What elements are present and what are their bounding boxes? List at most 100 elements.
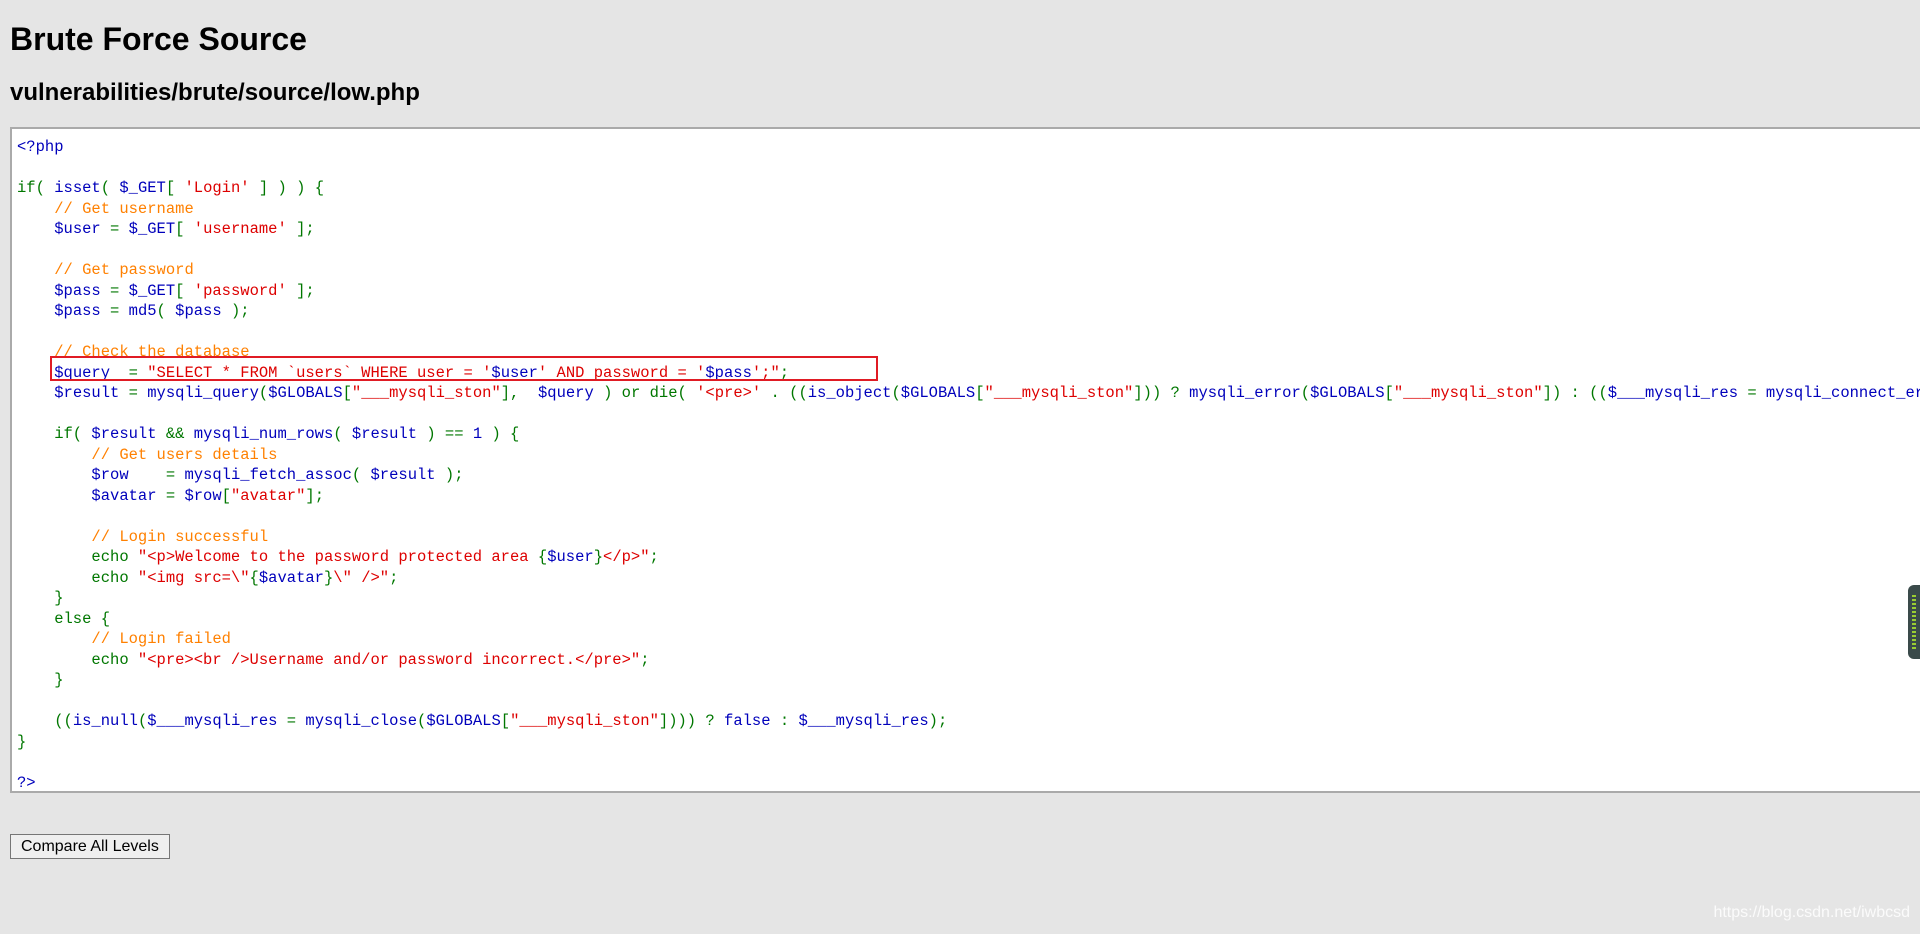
code-token: ) == <box>417 425 473 443</box>
code-token: "<pre><br />Username and/or password inc… <box>137 650 641 669</box>
code-token: $result <box>370 466 436 484</box>
code-token: ], <box>500 384 538 402</box>
code-token: } <box>17 589 64 607</box>
code-token: mysqli_close <box>305 712 418 730</box>
code-token: ; <box>389 568 399 587</box>
code-line: $pass = md5( $pass ); <box>17 301 1920 322</box>
code-line: ​ <box>17 404 1920 425</box>
code-token: . (( <box>761 384 808 402</box>
code-line: <?php <box>17 137 1920 158</box>
code-token: 'username' <box>193 220 287 238</box>
code-token: "<p>Welcome to the password protected ar… <box>137 548 538 566</box>
code-token: ]) : (( <box>1542 384 1608 402</box>
code-token: $_GET <box>128 220 176 238</box>
code-token: $___mysqli_res <box>798 712 929 730</box>
code-token: ( <box>156 302 176 320</box>
code-line: // Login successful <box>17 527 1920 548</box>
code-token: = <box>110 363 148 382</box>
code-token: "___mysqli_ston" <box>351 384 501 402</box>
code-token: $user <box>547 548 594 566</box>
code-token: $___mysqli_res <box>147 712 278 730</box>
code-line: $row = mysqli_fetch_assoc( $result ); <box>17 465 1920 486</box>
code-line: if( isset( $_GET[ 'Login' ] ) ) { <box>17 178 1920 199</box>
code-token: echo <box>17 650 138 669</box>
code-token: "SELECT * FROM `users` WHERE user = ' <box>147 363 492 382</box>
code-token: \" />" <box>333 568 390 587</box>
code-token: $pass <box>54 302 101 320</box>
code-token: $pass <box>175 302 222 320</box>
code-token: ); <box>221 302 250 320</box>
code-token: = <box>156 486 185 505</box>
code-token: [ <box>165 179 185 197</box>
code-token: ]; <box>286 281 315 300</box>
code-token: "avatar" <box>230 486 306 505</box>
code-token: $result <box>91 425 157 443</box>
code-token: echo <box>17 548 138 566</box>
code-token: "___mysqli_ston" <box>510 712 659 730</box>
code-line: } <box>17 732 1920 753</box>
code-line: echo "<p>Welcome to the password protect… <box>17 547 1920 568</box>
code-line: ​ <box>17 322 1920 343</box>
code-token: if( <box>17 179 55 197</box>
code-token: ( <box>333 425 352 443</box>
code-line: else { <box>17 609 1920 630</box>
code-token: ; <box>640 650 650 669</box>
source-code-panel: <?php​if( isset( $_GET[ 'Login' ] ) ) { … <box>10 127 1920 793</box>
code-line: $result = mysqli_query($GLOBALS["___mysq… <box>17 383 1920 404</box>
php-source-code: <?php​if( isset( $_GET[ 'Login' ] ) ) { … <box>17 137 1920 792</box>
code-token: // Get username <box>54 199 194 218</box>
code-token: ; <box>649 548 659 566</box>
code-token: $result <box>351 425 418 443</box>
code-token: ); <box>928 712 948 730</box>
code-token: $___mysqli_res <box>1607 384 1739 402</box>
code-token: false <box>724 712 771 730</box>
code-token: $row <box>91 466 129 484</box>
code-token: $user <box>491 363 538 382</box>
code-token: '<pre>' <box>696 384 762 402</box>
compare-all-levels-button[interactable]: Compare All Levels <box>10 834 170 859</box>
side-widget-handle[interactable] <box>1908 585 1920 659</box>
code-token: $result <box>54 384 120 402</box>
code-token: $avatar <box>258 568 324 587</box>
code-token: 1 <box>472 425 483 443</box>
code-token: md5 <box>128 302 157 320</box>
code-token: [ <box>175 281 194 300</box>
code-token: mysqli_connect_error <box>1765 384 1920 402</box>
code-token: ' AND password = ' <box>537 363 706 382</box>
code-line: if( $result && mysqli_num_rows( $result … <box>17 424 1920 445</box>
code-token: = <box>100 302 129 320</box>
code-token: $user <box>54 220 101 238</box>
code-line: $avatar = $row["avatar"]; <box>17 486 1920 507</box>
code-token: ( <box>351 466 371 484</box>
code-token: ) or die( <box>593 384 697 402</box>
code-token: is_object <box>807 384 892 402</box>
code-token: mysqli_num_rows <box>193 425 334 443</box>
code-token: ?> <box>17 773 36 792</box>
code-token: </p>" <box>603 548 650 566</box>
code-token: <?php <box>17 138 64 156</box>
code-line: $pass = $_GET[ 'password' ]; <box>17 281 1920 302</box>
code-token: ( <box>100 179 120 197</box>
code-token: [ <box>1384 384 1394 402</box>
code-token: [ <box>500 712 511 730</box>
code-token: // Get password <box>54 261 194 279</box>
code-token: } <box>323 568 334 587</box>
code-token: 'password' <box>193 281 287 300</box>
code-token: = <box>277 712 306 730</box>
code-token: ]))) ? <box>658 712 725 730</box>
code-token: ]; <box>305 486 325 505</box>
code-token: ( <box>417 712 427 730</box>
code-token: ( <box>137 712 148 730</box>
code-token: [ <box>221 486 231 505</box>
code-token: "___mysqli_ston" <box>1393 384 1543 402</box>
code-line: $user = $_GET[ 'username' ]; <box>17 219 1920 240</box>
